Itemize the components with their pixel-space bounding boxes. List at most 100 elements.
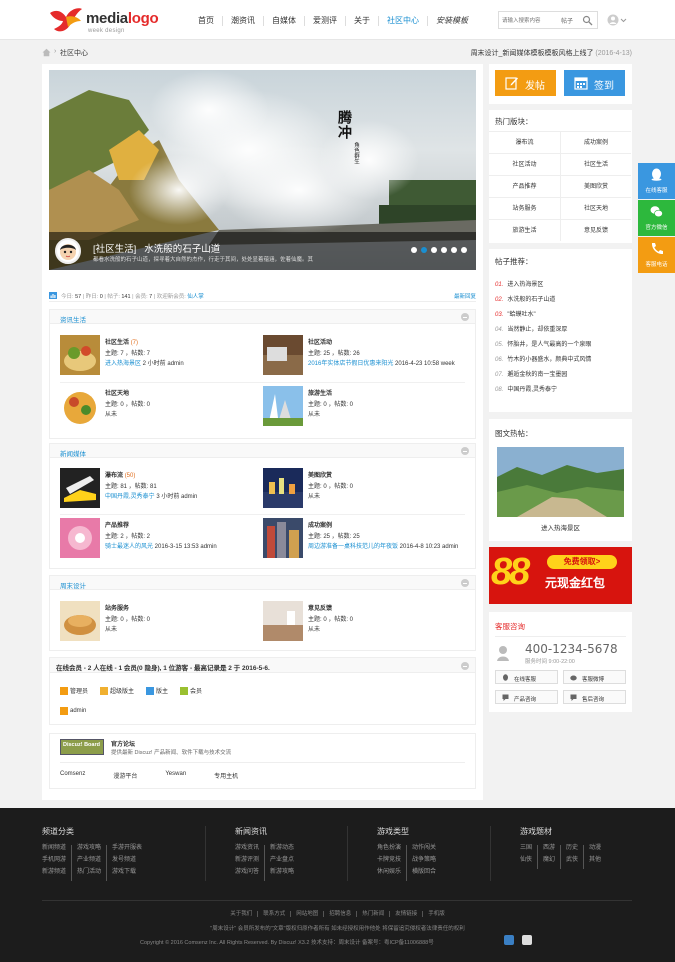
footer-link[interactable]: 友情链接 <box>389 911 423 917</box>
slider-dot[interactable] <box>441 247 447 253</box>
forum-item[interactable]: 旅游生活 主题: 0 ，帖数: 0 从未 <box>263 386 463 434</box>
forum-item[interactable]: 站务服务 主题: 0 ，帖数: 0 从未 <box>60 601 260 649</box>
footer-link[interactable]: 产业盘点 <box>264 857 299 869</box>
footer-link[interactable]: 新游频道 <box>42 869 71 881</box>
footer-link[interactable]: 游戏问答 <box>235 869 264 881</box>
footer-link[interactable]: 网站地图 <box>290 911 324 917</box>
collapse-icon[interactable] <box>461 662 469 670</box>
hot-board-item[interactable]: 旅游生活 <box>489 219 560 241</box>
home-icon[interactable] <box>42 48 51 57</box>
search-type-select[interactable]: 帖子 <box>561 16 573 25</box>
nav-news[interactable]: 潮资讯 <box>222 16 263 26</box>
footer-link[interactable]: 动作闯关 <box>406 845 441 857</box>
footer-link[interactable]: 新游评测 <box>235 857 264 869</box>
post-button[interactable]: 发帖 <box>495 70 556 96</box>
footer-link[interactable]: 战争策略 <box>406 857 441 869</box>
recommended-item[interactable]: 03. "蛤蟆吐水" <box>495 309 536 318</box>
security-badge-icon[interactable] <box>504 935 514 945</box>
sign-in-button[interactable]: 签到 <box>564 70 625 96</box>
link-item[interactable]: Comsenz <box>60 771 85 780</box>
group-title[interactable]: 资讯生活 <box>60 314 86 324</box>
forum-item[interactable]: 美图欣赏 主题: 0 ，帖数: 0 从未 <box>263 468 463 516</box>
float-online-service[interactable]: 在线客服 <box>638 163 675 199</box>
recommended-item[interactable]: 06. 竹木的小器盛水，颜典中式风情 <box>495 354 591 363</box>
search-icon[interactable] <box>582 15 593 26</box>
discuz-badge[interactable]: Discuz! Board <box>60 739 104 755</box>
hot-board-item[interactable]: 意见反馈 <box>560 219 631 241</box>
certification-badge-icon[interactable] <box>522 935 532 945</box>
footer-link[interactable]: 手游开服表 <box>106 845 147 857</box>
logo[interactable]: medialogo week design <box>48 5 159 35</box>
slider-dot[interactable] <box>461 247 467 253</box>
footer-link[interactable]: 休闲娱乐 <box>377 869 406 881</box>
forum-item[interactable]: 瀑布流 (50) 主题: 81 ，帖数: 81 中国丹霞,灵秀泰宁 3 小时前 … <box>60 468 260 516</box>
footer-link[interactable]: 热门新闻 <box>356 911 390 917</box>
footer-link[interactable]: 武侠 <box>560 857 583 869</box>
collapse-icon[interactable] <box>461 313 469 321</box>
breadcrumb-current[interactable]: 社区中心 <box>60 48 88 58</box>
footer-link[interactable]: 魔幻 <box>537 857 560 869</box>
footer-link[interactable]: 游戏下载 <box>106 869 141 881</box>
hot-board-item[interactable]: 社区生活 <box>560 153 631 175</box>
footer-link[interactable]: 三国 <box>520 845 537 857</box>
link-item[interactable]: Yeswan <box>165 771 186 780</box>
picture-post-caption[interactable]: 进入热海景区 <box>489 522 632 532</box>
footer-link[interactable]: 热门活动 <box>71 869 106 881</box>
author-avatar[interactable] <box>55 238 81 264</box>
hot-board-item[interactable]: 社区活动 <box>489 153 560 175</box>
footer-link[interactable]: 新闻频道 <box>42 845 71 857</box>
forum-item[interactable]: 意见反馈 主题: 0 ，帖数: 0 从未 <box>263 601 463 649</box>
new-member-link[interactable]: 仙人掌 <box>187 294 204 300</box>
forum-item[interactable]: 社区生活 (7) 主题: 7 ，帖数: 7 进入热海景区 2 小时前 admin <box>60 335 260 383</box>
nav-install-template[interactable]: 安装模板 <box>427 16 476 26</box>
footer-link[interactable]: 卡牌竞技 <box>377 857 406 869</box>
footer-link[interactable]: 游戏攻略 <box>71 845 106 857</box>
slider-dot[interactable] <box>451 247 457 253</box>
hot-board-item[interactable]: 瀑布流 <box>489 131 560 153</box>
collapse-icon[interactable] <box>461 579 469 587</box>
footer-link[interactable]: 联系方式 <box>257 911 291 917</box>
footer-link[interactable]: 仙侠 <box>520 857 537 869</box>
footer-link[interactable]: 手机网游 <box>42 857 71 869</box>
footer-link[interactable]: 产业频道 <box>71 857 106 869</box>
recommended-item[interactable]: 08. 中国丹霞,灵秀泰宁 <box>495 384 557 393</box>
recommended-item[interactable]: 07. 邂逅金秋的南一宝墨园 <box>495 369 567 378</box>
float-phone[interactable]: 客服电话 <box>638 237 675 273</box>
online-user[interactable]: admin <box>60 707 86 715</box>
recommended-item[interactable]: 01. 进入热海景区 <box>495 279 543 288</box>
nav-community[interactable]: 社区中心 <box>378 16 427 26</box>
recommended-item[interactable]: 04. 当然静止，却依重深厚 <box>495 324 567 333</box>
link-item[interactable]: 专用主机 <box>214 771 238 780</box>
forum-item[interactable]: 社区活动 主题: 25 ，帖数: 26 2016年实体店节假日优惠来阳光 201… <box>263 335 463 383</box>
collapse-icon[interactable] <box>461 447 469 455</box>
nav-media[interactable]: 自媒体 <box>263 16 304 26</box>
user-menu-icon[interactable] <box>607 13 629 27</box>
footer-link[interactable]: 横版回合 <box>406 869 441 881</box>
product-consult-button[interactable]: 产品咨询 <box>495 690 558 704</box>
float-wechat[interactable]: 官方微信 <box>638 200 675 236</box>
hot-board-item[interactable]: 产品推荐 <box>489 175 560 197</box>
group-title[interactable]: 周末设计 <box>60 580 86 590</box>
footer-link[interactable]: 西游 <box>537 845 560 857</box>
slider-dot[interactable] <box>431 247 437 253</box>
footer-link[interactable]: 角色扮演 <box>377 845 406 857</box>
image-slider[interactable]: 腾冲 角色群生 [社区生活] 水洗般的石子山道 都看水洗般的石子山道，探寻着大自… <box>49 70 476 270</box>
hot-board-item[interactable]: 成功案例 <box>560 131 631 153</box>
group-title[interactable]: 新闻媒体 <box>60 448 86 458</box>
hot-board-item[interactable]: 站务服务 <box>489 197 560 219</box>
nav-about[interactable]: 关于 <box>345 16 378 26</box>
footer-link[interactable]: 历史 <box>560 845 583 857</box>
latest-replies-link[interactable]: 最新回复 <box>454 292 476 300</box>
ad-claim-button[interactable]: 免费领取> <box>547 555 617 569</box>
footer-link[interactable]: 新游攻略 <box>264 869 299 881</box>
hot-board-item[interactable]: 社区天地 <box>560 197 631 219</box>
footer-link[interactable]: 关于我们 <box>225 911 257 917</box>
footer-link[interactable]: 动漫 <box>583 845 606 857</box>
nav-review[interactable]: 爱测评 <box>304 16 345 26</box>
forum-item[interactable]: 社区天地 主题: 0 ，帖数: 0 从未 <box>60 386 260 434</box>
footer-link[interactable]: 手机版 <box>422 911 450 917</box>
picture-post-image[interactable] <box>497 447 624 517</box>
announcement[interactable]: 周末设计_新闻媒体模板模板风格上线了 (2016-4-13) <box>471 48 632 58</box>
red-envelope-banner[interactable]: 88 免费领取> 元现金红包 <box>489 547 632 604</box>
footer-link[interactable]: 新游动态 <box>264 845 299 857</box>
